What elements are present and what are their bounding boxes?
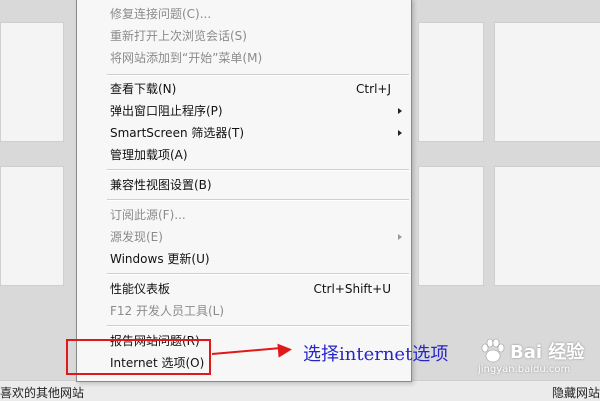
menu-item-label: 查看下载(N)	[110, 82, 177, 96]
menu-item-label: 修复连接问题(C)...	[110, 7, 212, 21]
menu-item-label: 管理加载项(A)	[110, 148, 188, 162]
site-tile-top-left[interactable]	[0, 22, 64, 142]
menu-item-view-downloads[interactable]: 查看下载(N) Ctrl+J	[77, 78, 411, 100]
annotation-text: 选择internet选项	[303, 344, 449, 365]
menu-item-add-to-start[interactable]: 将网站添加到“开始”菜单(M)	[77, 47, 411, 69]
site-tile-mid-right-2[interactable]	[494, 166, 600, 286]
menu-item-subscribe-feed[interactable]: 订阅此源(F)...	[77, 204, 411, 226]
watermark-url: jingyan.baidu.com	[478, 364, 571, 375]
menu-item-label: 源发现(E)	[110, 230, 163, 244]
menu-item-label: 性能仪表板	[110, 282, 171, 296]
menu-item-popup-blocker[interactable]: 弹出窗口阻止程序(P)	[77, 100, 411, 122]
other-sites-link[interactable]: 喜欢的其他网站	[0, 384, 84, 401]
menu-item-label: Windows 更新(U)	[110, 252, 210, 266]
submenu-arrow-icon	[398, 108, 402, 114]
menu-item-performance-dashboard[interactable]: 性能仪表板 Ctrl+Shift+U	[77, 278, 411, 300]
menu-item-windows-update[interactable]: Windows 更新(U)	[77, 248, 411, 270]
menu-item-shortcut: Ctrl+Shift+U	[313, 282, 391, 296]
menu-separator	[107, 325, 409, 327]
menu-item-label: 兼容性视图设置(B)	[110, 178, 212, 192]
menu-item-fix-connection[interactable]: 修复连接问题(C)...	[77, 3, 411, 25]
menu-item-compat-view[interactable]: 兼容性视图设置(B)	[77, 174, 411, 196]
menu-item-label: 将网站添加到“开始”菜单(M)	[110, 51, 263, 65]
hide-sites-link[interactable]: 隐藏网站	[552, 384, 600, 401]
site-tile-top-right-1[interactable]	[418, 22, 484, 142]
site-tile-top-right-2[interactable]	[494, 22, 600, 142]
site-tile-mid-left[interactable]	[0, 166, 64, 286]
menu-item-label: SmartScreen 筛选器(T)	[110, 126, 245, 140]
highlight-box	[66, 339, 211, 375]
menu-item-label: 订阅此源(F)...	[110, 208, 186, 222]
menu-item-label: F12 开发人员工具(L)	[110, 304, 225, 318]
menu-separator	[107, 169, 409, 171]
menu-item-label: 重新打开上次浏览会话(S)	[110, 29, 247, 43]
menu-item-f12-devtools[interactable]: F12 开发人员工具(L)	[77, 300, 411, 322]
paw-logo-icon	[481, 338, 505, 363]
menu-item-feed-discovery[interactable]: 源发现(E)	[77, 226, 411, 248]
menu-separator	[107, 273, 409, 275]
menu-item-reopen-session[interactable]: 重新打开上次浏览会话(S)	[77, 25, 411, 47]
menu-separator	[107, 199, 409, 201]
annotation-arrow-icon	[277, 342, 293, 358]
baidu-jingyan-watermark: Bai 经验 jingyan.baidu.com	[478, 332, 598, 378]
site-tile-mid-right-1[interactable]	[418, 166, 484, 286]
tools-menu: 修复连接问题(C)... 重新打开上次浏览会话(S) 将网站添加到“开始”菜单(…	[76, 0, 412, 382]
menu-item-shortcut: Ctrl+J	[356, 82, 391, 96]
submenu-arrow-icon	[398, 234, 402, 240]
menu-item-smartscreen[interactable]: SmartScreen 筛选器(T)	[77, 122, 411, 144]
submenu-arrow-icon	[398, 130, 402, 136]
menu-item-label: 弹出窗口阻止程序(P)	[110, 104, 223, 118]
bottom-strip: 喜欢的其他网站 隐藏网站	[0, 380, 600, 401]
menu-item-manage-addons[interactable]: 管理加载项(A)	[77, 144, 411, 166]
menu-separator	[107, 74, 409, 76]
watermark-brand: Bai 经验	[510, 342, 585, 363]
